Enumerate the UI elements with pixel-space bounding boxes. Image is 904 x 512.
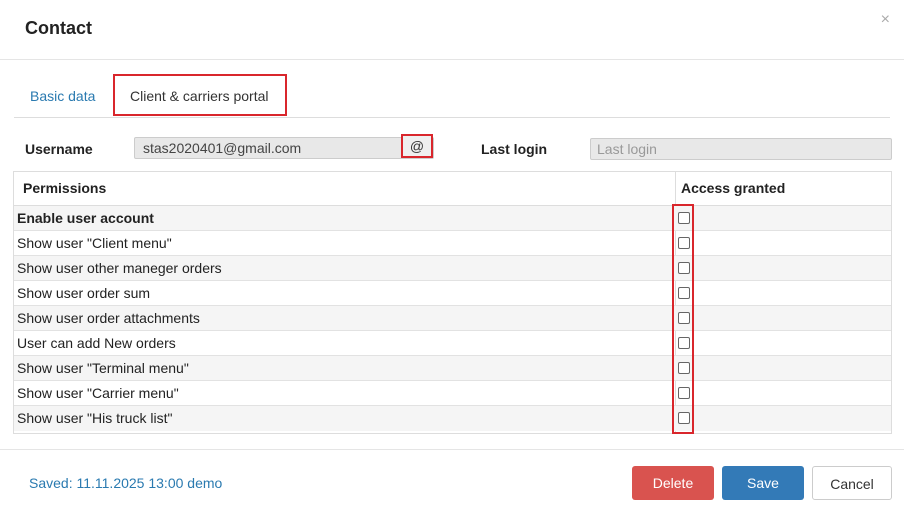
tab-client-carriers-portal[interactable]: Client & carriers portal	[113, 74, 287, 116]
permission-label: Enable user account	[17, 210, 154, 226]
access-checkbox[interactable]	[678, 387, 690, 399]
permissions-table: Permissions Access granted Enable user a…	[13, 171, 892, 434]
access-checkbox[interactable]	[678, 412, 690, 424]
permission-row: Show user order sum	[14, 281, 891, 306]
dialog-header: Contact ×	[0, 0, 904, 60]
permission-label: Show user "Carrier menu"	[17, 385, 179, 401]
saved-status: Saved: 11.11.2025 13:00 demo	[29, 475, 223, 491]
permission-row: Show user "Carrier menu"	[14, 381, 891, 406]
last-login-label: Last login	[481, 141, 548, 157]
at-button[interactable]: @	[401, 134, 433, 158]
contact-dialog: Contact × Basic data Client & carriers p…	[0, 0, 904, 512]
access-checkbox[interactable]	[678, 262, 690, 274]
permission-label: Show user other maneger orders	[17, 260, 222, 276]
username-label: Username	[25, 141, 93, 157]
username-field[interactable]: stas2020401@gmail.com	[134, 137, 434, 159]
dialog-title: Contact	[25, 18, 92, 38]
tab-bar: Basic data Client & carriers portal	[14, 74, 890, 118]
access-granted-column-header: Access granted	[681, 180, 786, 196]
access-checkbox[interactable]	[678, 212, 690, 224]
save-button[interactable]: Save	[722, 466, 804, 500]
permission-row: Show user order attachments	[14, 306, 891, 331]
permission-label: Show user order sum	[17, 285, 151, 301]
access-checkbox[interactable]	[678, 312, 690, 324]
permission-label: Show user "Terminal menu"	[17, 360, 189, 376]
dialog-footer: Saved: 11.11.2025 13:00 demo Delete Save…	[0, 449, 904, 512]
permission-row: Show user "Client menu"	[14, 231, 891, 256]
permission-label: Show user order attachments	[17, 310, 200, 326]
permission-row: Show user other maneger orders	[14, 256, 891, 281]
access-checkbox[interactable]	[678, 237, 690, 249]
cancel-button[interactable]: Cancel	[812, 466, 892, 500]
permissions-table-header: Permissions Access granted	[14, 172, 891, 206]
permission-row: Show user "His truck list"	[14, 406, 891, 431]
last-login-field: Last login	[590, 138, 892, 160]
permission-row: User can add New orders	[14, 331, 891, 356]
tab-basic-data[interactable]: Basic data	[30, 74, 95, 118]
permission-row-enable-account: Enable user account	[14, 206, 891, 231]
access-checkbox[interactable]	[678, 287, 690, 299]
close-icon[interactable]: ×	[881, 10, 890, 30]
access-checkbox[interactable]	[678, 362, 690, 374]
permission-label: Show user "Client menu"	[17, 235, 172, 251]
permission-label: User can add New orders	[17, 335, 176, 351]
permission-row: Show user "Terminal menu"	[14, 356, 891, 381]
delete-button[interactable]: Delete	[632, 466, 714, 500]
access-checkbox[interactable]	[678, 337, 690, 349]
permission-label: Show user "His truck list"	[17, 410, 173, 426]
permissions-column-header: Permissions	[23, 180, 107, 196]
